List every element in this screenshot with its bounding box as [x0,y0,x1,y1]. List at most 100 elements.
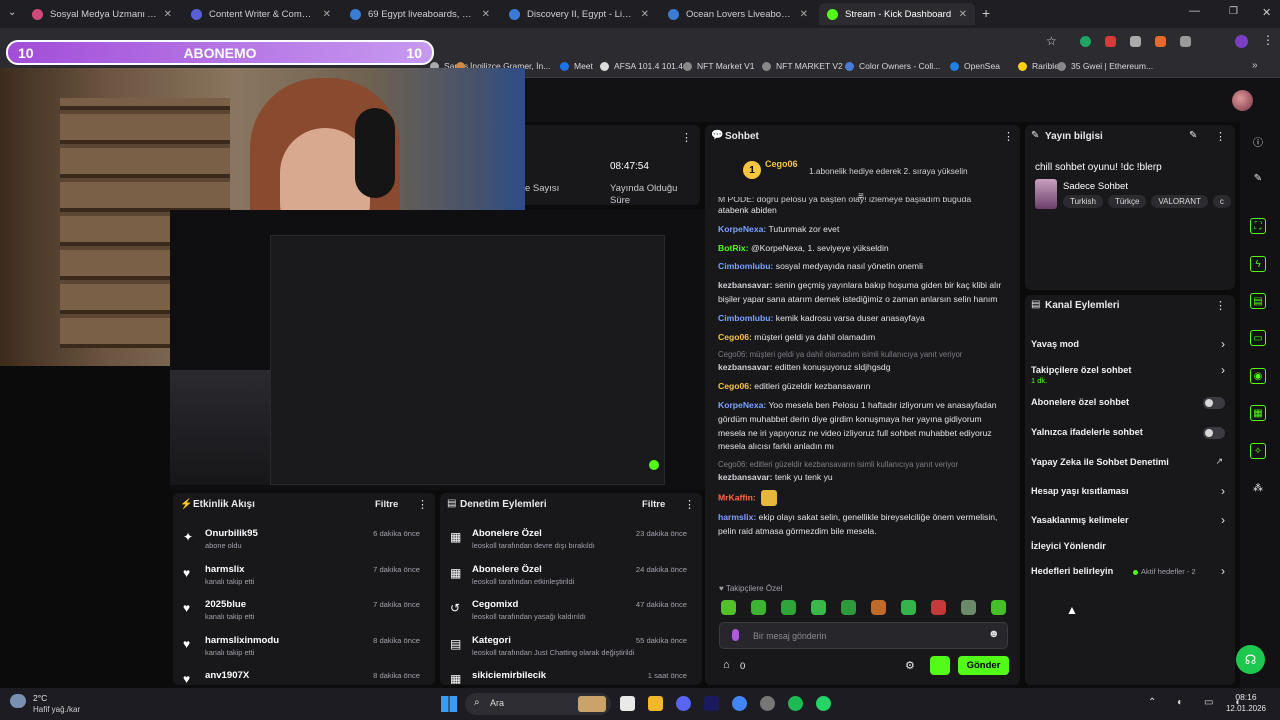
browser-tab[interactable]: 69 Egypt liveaboards, May 2026 ✕ [342,3,498,25]
tab-close-icon[interactable]: ✕ [164,9,172,20]
emote-5[interactable] [841,600,856,615]
tab-close-icon[interactable]: ✕ [323,9,331,20]
emote-8[interactable] [931,600,946,615]
obs-icon[interactable] [760,696,775,711]
emote-3[interactable] [781,600,796,615]
feed-item[interactable]: ♥ anv1907X 8 dakika önce [173,668,428,684]
channel-action-item[interactable]: Yasaklanmış kelimeler › [1031,511,1229,533]
chat-username[interactable]: harmslix: [718,512,756,522]
toggle-switch[interactable] [1203,397,1225,409]
weather-text[interactable]: Hafif yağ./kar [33,705,80,714]
clock-date[interactable]: 12.01.2026 [1222,704,1270,713]
bot-icon[interactable] [930,656,950,675]
chat-settings-icon[interactable]: ⚙ [905,659,915,672]
channel-action-item[interactable]: Yapay Zeka ile Sohbet Denetimi ↗ [1031,453,1229,475]
browser-tab[interactable]: Stream - Kick Dashboard ✕ [819,3,975,25]
tab-list-chevron-icon[interactable]: ⌄ [8,7,16,18]
feed-item[interactable]: ↺ Cegomixd leoskoll tarafından yasağı kald… [440,597,695,631]
start-button[interactable] [441,696,457,712]
tag-chip[interactable]: Türkçe [1107,195,1147,208]
channel-action-item[interactable]: İzleyici Yönlendir [1031,537,1229,559]
bookmark-item[interactable]: Rarible [1018,61,1059,71]
channel-action-item[interactable]: Takipçilere özel sohbet 1 dk. › [1031,361,1229,385]
tab-close-icon[interactable]: ✕ [959,9,967,20]
browser-tab[interactable]: Ocean Lovers Liveaboard, Egypt ✕ [660,3,816,25]
restore-button[interactable]: ❐ [1229,6,1238,17]
feed-item-name[interactable]: sikiciemirbilecik [472,670,546,681]
lightning-icon[interactable]: ϟ [1250,256,1266,272]
feed-item[interactable]: ✦ Onurbilik95 abone oldu 6 dakika önce [173,526,428,560]
channel-action-item[interactable]: Hesap yaşı kısıtlaması › [1031,482,1229,504]
moderation-menu-icon[interactable]: ⋮ [684,498,695,511]
bookmarks-overflow-icon[interactable]: » [1252,60,1258,71]
emote-7[interactable] [901,600,916,615]
pinned-user[interactable]: Cego06 [765,159,798,169]
tag-chip[interactable]: VALORANT [1151,195,1208,208]
star-icon[interactable]: ☆ [1046,34,1057,48]
user-avatar[interactable] [1232,90,1253,111]
feed-item[interactable]: ▤ Kategori leoskoll tarafından Just Chatti… [440,633,695,667]
feed-item-name[interactable]: harmslixinmodu [205,635,279,646]
feed-item[interactable]: ♥ 2025blue kanalı takip etti 7 dakika önce [173,597,428,631]
close-window-button[interactable]: ✕ [1262,6,1271,19]
feed-item-name[interactable]: harmslix [205,564,244,575]
new-tab-button[interactable]: + [982,5,990,21]
file-explorer-icon[interactable] [648,696,663,711]
chat-menu-icon[interactable]: ⋮ [1003,130,1014,143]
bookmark-item[interactable]: AFSA 101.4 101.4 [600,61,683,71]
browser-tab[interactable]: Content Writer & Community ✕ [183,3,339,25]
channel-action-item[interactable]: Yavaş mod › [1031,335,1229,357]
focus-icon[interactable]: ⛶ [1250,218,1266,234]
feed-item-name[interactable]: anv1907X [205,670,249,681]
chat-username[interactable]: kezbansavar: [718,280,772,290]
chat-username[interactable]: kezbansavar: [718,362,772,372]
feed-item-name[interactable]: Onurbilik95 [205,528,258,539]
message-input[interactable]: Bir mesaj gönderin ☻ [719,622,1008,649]
info-icon[interactable]: ⓘ [1250,133,1266,149]
category-name[interactable]: Sadece Sohbet [1063,181,1128,192]
profile-avatar[interactable] [1235,35,1248,48]
actions-menu-icon[interactable]: ⋮ [1215,299,1226,312]
channel-action-item[interactable]: Hedefleri belirleyin Aktif hedefler - 2 › [1031,562,1229,584]
activity-menu-icon[interactable]: ⋮ [417,498,428,511]
edit-icon[interactable]: ✎ [1189,130,1197,141]
broadcast-icon[interactable]: ◉ [1250,368,1266,384]
feed-item[interactable]: ▦ Abonelere Özel leoskoll tarafından devre… [440,526,695,560]
support-button[interactable]: ☊ [1236,645,1265,674]
channel-action-item[interactable]: Abonelere özel sohbet [1031,393,1229,415]
chat-username[interactable]: Cimbomlubu: [718,261,773,271]
wrench-icon[interactable]: ✧ [1250,443,1266,459]
bookmark-item[interactable]: Meet [560,61,593,71]
feed-item-name[interactable]: Abonelere Özel [472,564,542,575]
chat-username[interactable]: KorpeNexa: [718,224,766,234]
bookmark-item[interactable]: NFT MARKET V2 [762,61,843,71]
feed-item[interactable]: ▦ sikiciemirbilecik 1 saat önce [440,668,695,684]
chat-username[interactable]: Cego06: [718,381,752,391]
emote-4[interactable] [811,600,826,615]
feed-item[interactable]: ♥ harmslix kanalı takip etti 7 dakika önce [173,562,428,596]
chat-bubble-icon[interactable]: ▭ [1250,330,1266,346]
emote-6[interactable] [871,600,886,615]
chat-username[interactable]: kezbansavar: [718,472,772,482]
feed-item[interactable]: ♥ harmslixinmodu kanalı takip etti 8 dakika… [173,633,428,667]
taskbar-search[interactable]: ⌕ Ara [465,693,611,715]
channel-action-item[interactable]: Yalnızca ifadelerle sohbet [1031,423,1229,445]
emote-1[interactable] [721,600,736,615]
microphone-icon[interactable] [732,629,739,641]
stats-menu-icon[interactable]: ⋮ [681,131,692,144]
info-menu-icon[interactable]: ⋮ [1215,130,1226,143]
clipboard-icon[interactable]: ▤ [1250,293,1266,309]
storage-icon[interactable]: ▦ [1250,405,1266,421]
chat-username[interactable]: Cego06: [718,332,752,342]
spotify-icon[interactable] [788,696,803,711]
feed-item-name[interactable]: 2025blue [205,599,246,610]
toggle-switch[interactable] [1203,427,1225,439]
activity-filter-button[interactable]: Filtre [375,499,398,510]
gift-icon[interactable]: ⌂ [723,659,730,671]
bookmark-item[interactable]: Color Owners - Coll... [845,61,940,71]
browser-tab[interactable]: Sosyal Medya Uzmanı Arantyor ✕ [24,3,180,25]
chat-username[interactable]: KorpeNexa: [718,400,766,410]
feed-item-name[interactable]: Kategori [472,635,511,646]
weather-temp[interactable]: 2°C [33,693,47,703]
bookmark-item[interactable]: NFT Market V1 [683,61,754,71]
